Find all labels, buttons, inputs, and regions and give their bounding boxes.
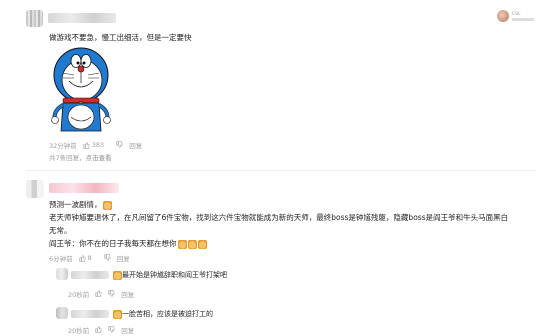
username[interactable] [49, 183, 119, 193]
reply-button[interactable]: 回复 [121, 289, 134, 299]
like-button[interactable]: 8 [79, 254, 98, 262]
thumb-up-icon [79, 254, 86, 262]
reply-button[interactable]: 回复 [117, 253, 130, 263]
badge-avatar-icon [497, 10, 509, 22]
comment-meta: 32分钟前 383 回复 [49, 140, 148, 150]
emoji-icon [113, 309, 122, 319]
replies-count-text: 共7条回复， [49, 154, 86, 162]
reply-content: 最开始是钟馗辞职和阎王爷打架吧 [122, 271, 227, 279]
dislike-button[interactable] [108, 289, 115, 299]
reply-text: 最开始是钟馗辞职和阎王爷打架吧 [112, 270, 227, 280]
badge-text: CSL [512, 11, 521, 17]
like-button[interactable] [95, 289, 102, 299]
replies-summary: 共7条回复，点击查看 [49, 152, 118, 162]
comment-time: 6分钟前 [49, 255, 73, 263]
like-count: 383 [91, 141, 105, 149]
comment-text-line-2: 老天师钟馗要退休了，在凡间留了6件宝物，找到这六件宝物就能成为新的天师，最终bo… [49, 213, 509, 222]
reply-time: 20秒前 [68, 291, 90, 299]
thumb-down-icon [108, 289, 115, 297]
user-badge: CSL [497, 10, 534, 22]
thumb-down-icon [104, 253, 111, 261]
thumb-up-icon [83, 141, 90, 149]
thumb-up-icon [95, 289, 102, 297]
reply-button[interactable]: 回复 [129, 140, 142, 150]
dislike-button[interactable] [108, 325, 115, 335]
dislike-button[interactable] [116, 140, 123, 150]
comment-text-line-3: 无常。 [49, 226, 72, 235]
comment-text: 做游戏不要急，慢工出细活，但是一定要快 [49, 33, 192, 42]
emoji-icon [102, 200, 112, 210]
view-replies-link[interactable]: 点击查看 [86, 154, 112, 162]
reply-content: 一脸苦相，应该是被迫打工的 [122, 310, 213, 318]
comment-text: 阎王爷：你不在的日子我每天都在想你 [49, 239, 177, 248]
reply-text: 一脸苦相，应该是被迫打工的 [112, 309, 213, 319]
like-button[interactable]: 383 [83, 141, 110, 149]
comment-text-line-4: 阎王爷：你不在的日子我每天都在想你 [49, 238, 207, 249]
reply-meta: 20秒前 回复 [68, 325, 140, 335]
comment-text-line-1: 预测一波剧情， [49, 199, 112, 210]
reply-username[interactable] [71, 310, 109, 318]
comment-meta: 6分钟前 8 回复 [49, 253, 136, 263]
reply-avatar[interactable] [56, 307, 68, 319]
comment-time: 32分钟前 [49, 142, 77, 150]
dislike-button[interactable] [104, 253, 111, 263]
reply-button[interactable]: 回复 [121, 325, 134, 335]
thumb-down-icon [116, 140, 123, 148]
emoji-icon [197, 239, 207, 249]
thumb-up-icon [95, 325, 102, 333]
reply-meta: 20秒前 回复 [68, 289, 140, 299]
doraemon-sticker-image[interactable] [49, 45, 117, 136]
username[interactable] [48, 13, 116, 23]
like-count: 8 [87, 254, 92, 262]
emoji-icon [177, 239, 187, 249]
divider [26, 170, 536, 171]
like-button[interactable] [95, 325, 102, 335]
reply-avatar[interactable] [56, 268, 68, 280]
emoji-icon [113, 270, 122, 280]
reply-username[interactable] [71, 271, 109, 279]
reply-time: 20秒前 [68, 327, 90, 335]
avatar[interactable] [26, 10, 43, 27]
comment-text: 预测一波剧情， [49, 200, 102, 209]
emoji-icon [187, 239, 197, 249]
avatar[interactable] [26, 180, 44, 198]
thumb-down-icon [108, 325, 115, 333]
